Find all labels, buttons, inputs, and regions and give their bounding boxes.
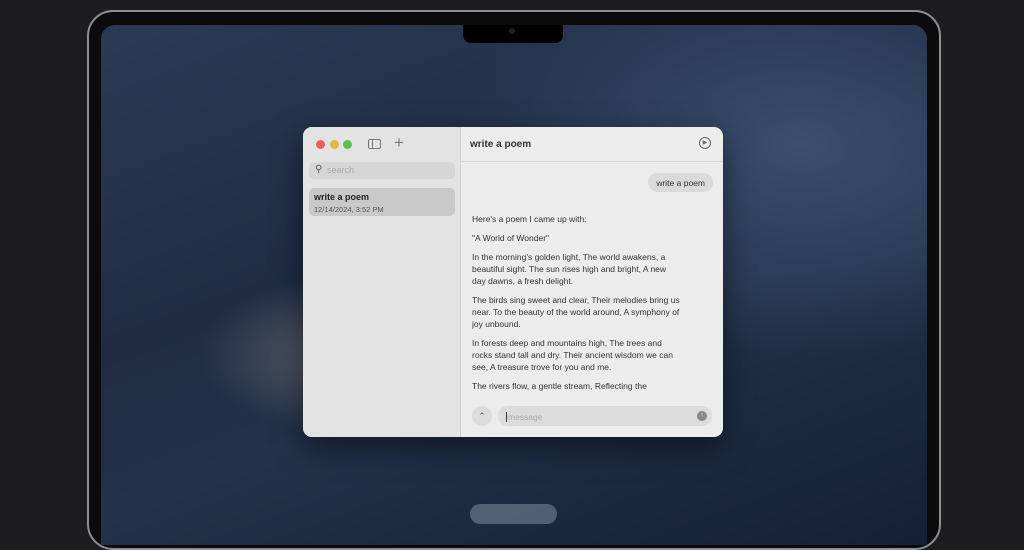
reply-paragraph: Here's a poem I came up with: <box>472 214 587 224</box>
dock[interactable] <box>470 504 557 524</box>
reply-paragraph: In forests deep and mountains high, The … <box>472 338 673 372</box>
reply-paragraph: "A World of Wonder" <box>472 233 550 243</box>
search-icon: ⚲ <box>315 164 323 175</box>
play-settings-icon[interactable]: ▶ <box>699 137 711 149</box>
reply-paragraph: In the morning's golden light, The world… <box>472 252 667 286</box>
chat-timestamp: 12/14/2024, 3:52 PM <box>314 205 384 214</box>
text-cursor <box>506 412 507 422</box>
chat-app-window: + ⚲ search write a poem 12/14/2024, 3:52 … <box>303 127 723 437</box>
new-chat-icon[interactable]: + <box>394 133 404 153</box>
assistant-reply: Here's a poem I came up with: "A World o… <box>472 213 682 393</box>
camera-notch <box>463 25 563 43</box>
reply-paragraph: The birds sing sweet and clear, Their me… <box>472 295 680 329</box>
message-input[interactable]: message ↑ <box>498 406 712 426</box>
camera-icon <box>509 28 515 34</box>
chat-header-title: write a poem <box>461 127 723 162</box>
reply-paragraph: The rivers flow, a gentle stream, Reflec… <box>472 381 647 391</box>
sidebar-toggle-icon[interactable] <box>368 139 381 149</box>
minimize-button[interactable] <box>330 140 339 149</box>
close-button[interactable] <box>316 140 325 149</box>
zoom-button[interactable] <box>343 140 352 149</box>
send-arrow-icon[interactable]: ↑ <box>697 411 707 421</box>
chat-panel: write a poem ▶ write a poem Here's a poe… <box>461 127 723 437</box>
search-input[interactable]: ⚲ search <box>309 162 455 179</box>
sidebar: + ⚲ search write a poem 12/14/2024, 3:52 … <box>303 127 461 437</box>
chat-title: write a poem <box>314 192 370 202</box>
user-message-bubble: write a poem <box>648 173 713 192</box>
chat-list-item[interactable]: write a poem 12/14/2024, 3:52 PM <box>309 188 455 216</box>
expand-up-button[interactable]: ⌃ <box>472 406 492 426</box>
